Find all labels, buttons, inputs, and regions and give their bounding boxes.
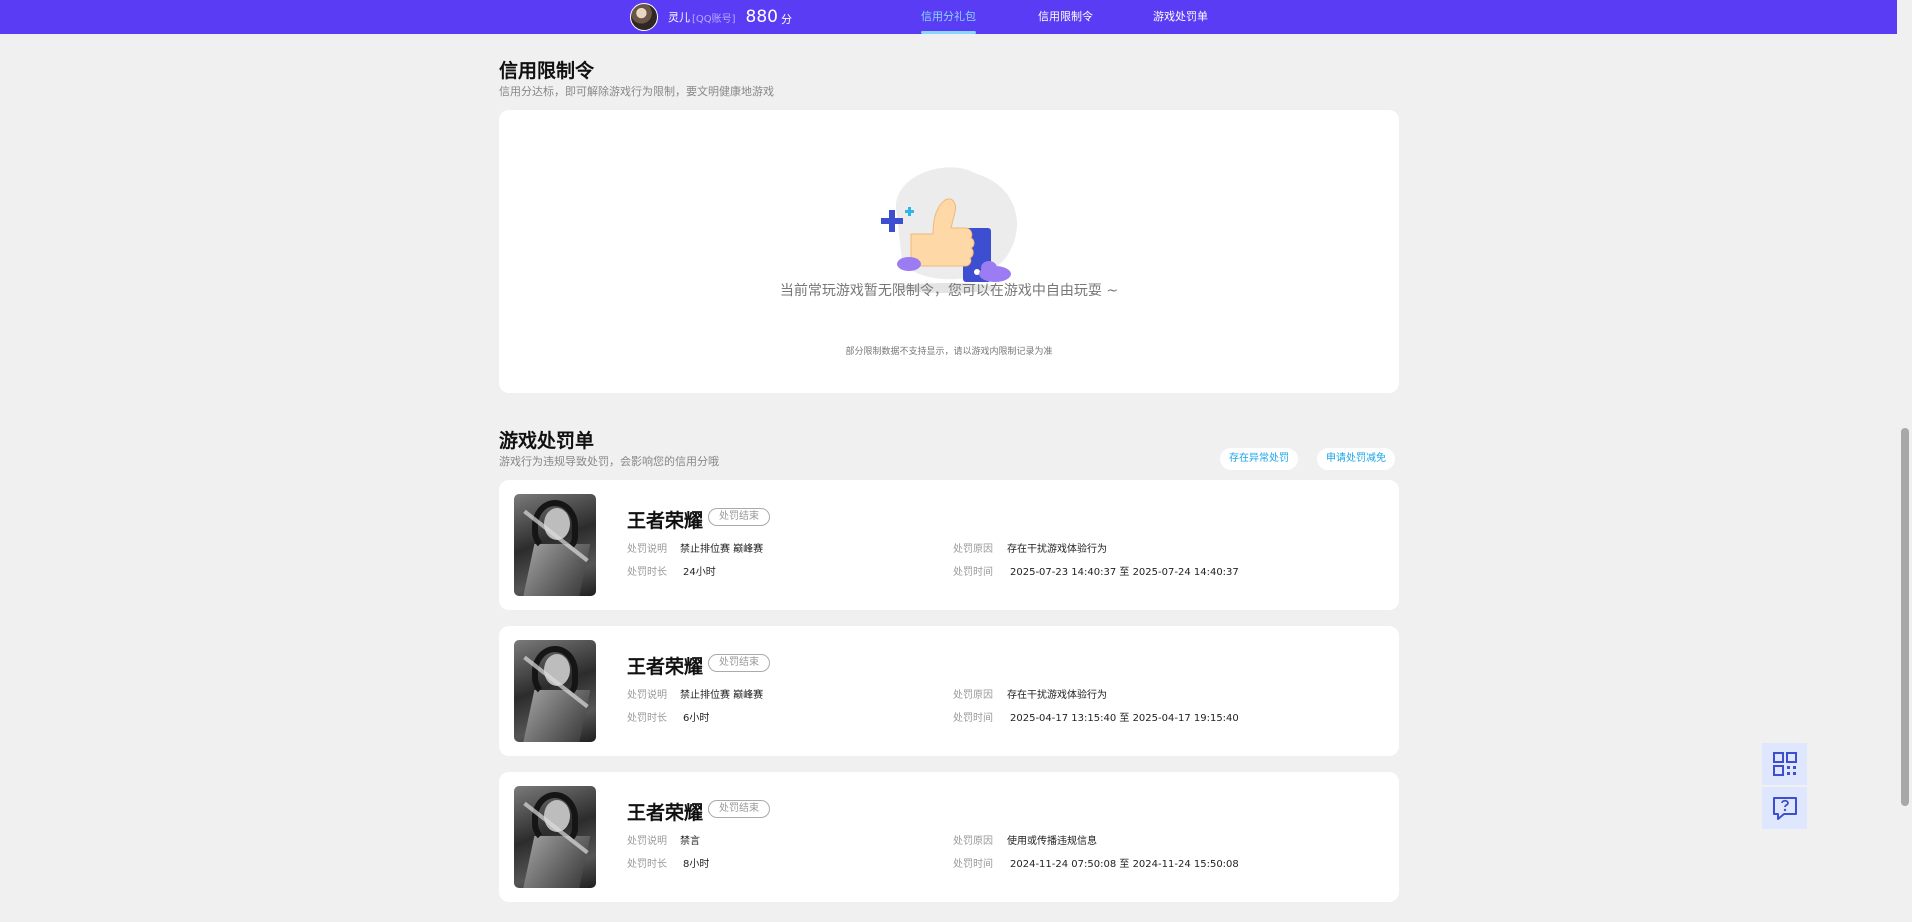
duration-label: 处罚时长	[627, 859, 667, 870]
duration-label: 处罚时长	[627, 713, 667, 724]
desc-value: 禁言	[680, 836, 700, 847]
reason-label: 处罚原因	[953, 836, 993, 847]
restriction-subtitle: 信用分达标，即可解除游戏行为限制，要文明健康地游戏	[499, 85, 774, 98]
punishment-card[interactable]: 王者荣耀 处罚结束 处罚说明 禁止排位赛 巅峰赛 处罚时长 6小时 处罚原因 存…	[499, 626, 1399, 756]
duration-value: 8小时	[683, 859, 710, 870]
reason-value: 存在干扰游戏体验行为	[1007, 690, 1107, 701]
punishment-card[interactable]: 王者荣耀 处罚结束 处罚说明 禁言 处罚时长 8小时 处罚原因 使用或传播违规信…	[499, 772, 1399, 902]
game-hero-thumbnail	[514, 786, 596, 888]
restriction-title: 信用限制令	[499, 60, 595, 82]
reason-value: 存在干扰游戏体验行为	[1007, 544, 1107, 555]
username: 灵儿	[668, 11, 690, 24]
top-nav-bar: 灵儿 [QQ账号] 880 分 信用分礼包 信用限制令 游戏处罚单	[0, 0, 1912, 34]
credit-score: 880	[745, 7, 778, 27]
qr-code-button[interactable]	[1762, 743, 1807, 785]
desc-value: 禁止排位赛 巅峰赛	[680, 690, 764, 701]
game-name: 王者荣耀	[627, 656, 704, 678]
reason-label: 处罚原因	[953, 690, 993, 701]
time-value: 2024-11-24 07:50:08 至 2024-11-24 15:50:0…	[1010, 859, 1239, 870]
user-info: 灵儿 [QQ账号] 880 分	[630, 2, 792, 32]
game-hero-thumbnail	[514, 640, 596, 742]
time-label: 处罚时间	[953, 713, 993, 724]
thumbs-up-illustration	[881, 167, 1017, 293]
qr-code-icon	[1772, 752, 1797, 776]
reason-value: 使用或传播违规信息	[1007, 836, 1097, 847]
user-avatar[interactable]	[630, 3, 658, 31]
punishment-title: 游戏处罚单	[499, 430, 595, 452]
punishment-subtitle: 游戏行为违规导致处罚，会影响您的信用分哦	[499, 455, 719, 468]
status-badge: 处罚结束	[708, 508, 770, 526]
reason-label: 处罚原因	[953, 544, 993, 555]
time-label: 处罚时间	[953, 859, 993, 870]
scrollbar-thumb[interactable]	[1901, 428, 1909, 806]
abnormal-punishment-button[interactable]: 存在异常处罚	[1220, 448, 1298, 470]
punishment-card[interactable]: 王者荣耀 处罚结束 处罚说明 禁止排位赛 巅峰赛 处罚时长 24小时 处罚原因 …	[499, 480, 1399, 610]
tab-game-punishment[interactable]: 游戏处罚单	[1153, 0, 1208, 34]
desc-label: 处罚说明	[627, 690, 667, 701]
duration-value: 24小时	[683, 567, 716, 578]
desc-value: 禁止排位赛 巅峰赛	[680, 544, 764, 555]
status-badge: 处罚结束	[708, 800, 770, 818]
time-value: 2025-07-23 14:40:37 至 2025-07-24 14:40:3…	[1010, 567, 1239, 578]
game-name: 王者荣耀	[627, 510, 704, 532]
empty-restriction-message: 当前常玩游戏暂无限制令，您可以在游戏中自由玩耍 ~	[779, 283, 1119, 299]
duration-value: 6小时	[683, 713, 710, 724]
game-name: 王者荣耀	[627, 802, 704, 824]
empty-restriction-note: 部分限制数据不支持显示，请以游戏内限制记录为准	[845, 347, 1053, 357]
restriction-card: 当前常玩游戏暂无限制令，您可以在游戏中自由玩耍 ~ 部分限制数据不支持显示，请以…	[499, 110, 1399, 393]
time-value: 2025-04-17 13:15:40 至 2025-04-17 19:15:4…	[1010, 713, 1239, 724]
tab-credit-restriction[interactable]: 信用限制令	[1038, 0, 1093, 34]
tab-credit-gift[interactable]: 信用分礼包	[921, 0, 976, 34]
desc-label: 处罚说明	[627, 836, 667, 847]
status-badge: 处罚结束	[708, 654, 770, 672]
desc-label: 处罚说明	[627, 544, 667, 555]
appeal-punishment-button[interactable]: 申请处罚减免	[1317, 448, 1395, 470]
time-label: 处罚时间	[953, 567, 993, 578]
help-chat-icon	[1772, 797, 1797, 820]
score-unit: 分	[781, 13, 792, 26]
account-type: [QQ账号]	[692, 13, 736, 25]
help-button[interactable]	[1762, 787, 1807, 829]
duration-label: 处罚时长	[627, 567, 667, 578]
game-hero-thumbnail	[514, 494, 596, 596]
